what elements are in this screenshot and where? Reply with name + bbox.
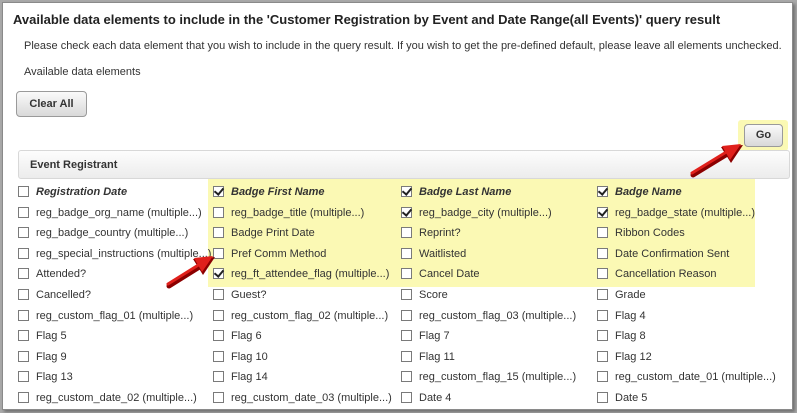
- checkbox[interactable]: [401, 350, 412, 362]
- data-element-label: Grade: [615, 289, 646, 301]
- data-element-label: Flag 6: [231, 330, 262, 343]
- checkbox[interactable]: [401, 309, 412, 321]
- checkbox[interactable]: [597, 309, 608, 321]
- checkbox[interactable]: [213, 206, 224, 218]
- data-element-label: Flag 14: [231, 371, 268, 384]
- checkbox[interactable]: [597, 371, 608, 383]
- checkbox[interactable]: [597, 392, 608, 403]
- checkbox[interactable]: [597, 350, 608, 362]
- data-element-label: Flag 10: [231, 350, 268, 363]
- checkbox[interactable]: [18, 268, 29, 280]
- checkbox[interactable]: [18, 289, 29, 300]
- data-element-label: Badge Last Name: [419, 186, 512, 198]
- go-button[interactable]: Go: [744, 124, 783, 147]
- checkbox[interactable]: [597, 247, 608, 259]
- data-element-label: Flag 7: [419, 330, 450, 343]
- data-element-label: Attended?: [36, 268, 87, 281]
- data-element-label: reg_custom_flag_01 (multiple...): [36, 309, 194, 322]
- data-element-label: Flag 13: [36, 371, 73, 384]
- checkbox[interactable]: [213, 350, 224, 362]
- checkbox[interactable]: [213, 309, 224, 321]
- data-element-label: Badge Name: [615, 186, 682, 198]
- checkbox[interactable]: [597, 227, 608, 239]
- panel-title: Available data elements to include in th…: [13, 12, 721, 27]
- data-element-label: Flag 12: [615, 350, 652, 363]
- instruction-text: Please check each data element that you …: [24, 40, 782, 52]
- data-element-label: reg_badge_city (multiple...): [419, 206, 552, 219]
- checkbox[interactable]: [401, 392, 412, 403]
- data-element-label: Cancellation Reason: [615, 268, 717, 281]
- available-elements-label: Available data elements: [24, 66, 141, 78]
- checkbox[interactable]: [597, 289, 608, 300]
- checkbox[interactable]: [597, 268, 608, 280]
- checkbox[interactable]: [213, 227, 224, 239]
- data-element-label: Reprint?: [419, 227, 461, 240]
- data-element-label: reg_custom_date_01 (multiple...): [615, 371, 776, 384]
- checkbox[interactable]: [18, 206, 29, 218]
- data-element-label: Ribbon Codes: [615, 227, 685, 240]
- checkbox[interactable]: [597, 186, 608, 197]
- data-element-label: Date 5: [615, 392, 648, 404]
- data-element-label: Badge Print Date: [231, 227, 315, 240]
- data-element-label: Date 4: [419, 392, 452, 404]
- query-elements-panel: Available data elements to include in th…: [2, 2, 793, 410]
- checkbox[interactable]: [597, 206, 608, 218]
- data-element-label: reg_ft_attendee_flag (multiple...): [231, 268, 390, 281]
- checkbox[interactable]: [401, 247, 412, 259]
- checkbox[interactable]: [18, 309, 29, 321]
- checkbox[interactable]: [401, 289, 412, 300]
- checkbox[interactable]: [18, 186, 29, 197]
- clear-all-button[interactable]: Clear All: [16, 91, 87, 117]
- data-element-label: Flag 4: [615, 309, 646, 322]
- data-element-label: reg_custom_flag_03 (multiple...): [419, 309, 577, 322]
- data-element-label: Flag 8: [615, 330, 646, 343]
- data-element-label: reg_badge_country (multiple...): [36, 227, 189, 240]
- data-element-label: Flag 11: [419, 350, 455, 363]
- arrow-icon: [166, 256, 215, 289]
- checkbox[interactable]: [18, 247, 29, 259]
- data-element-label: Date Confirmation Sent: [615, 247, 730, 260]
- data-element-label: reg_custom_flag_02 (multiple...): [231, 309, 389, 322]
- data-element-label: Cancel Date: [419, 268, 480, 281]
- checkbox[interactable]: [18, 392, 29, 403]
- data-element-label: reg_custom_date_02 (multiple...): [36, 392, 197, 404]
- checkbox[interactable]: [18, 350, 29, 362]
- checkbox[interactable]: [597, 330, 608, 342]
- arrow-icon: [690, 144, 743, 178]
- checkbox[interactable]: [213, 371, 224, 383]
- data-element-label: Pref Comm Method: [231, 247, 327, 260]
- data-element-label: reg_badge_state (multiple...): [615, 206, 756, 219]
- checkbox[interactable]: [213, 330, 224, 342]
- data-element-label: Guest?: [231, 289, 267, 301]
- data-element-label: Waitlisted: [419, 247, 467, 260]
- data-element-label: Flag 5: [36, 330, 67, 343]
- checkbox[interactable]: [401, 268, 412, 280]
- data-element-label: Score: [419, 289, 448, 301]
- checkbox[interactable]: [401, 227, 412, 239]
- data-element-label: reg_custom_flag_15 (multiple...): [419, 371, 577, 384]
- checkbox[interactable]: [401, 206, 412, 218]
- data-element-label: Flag 9: [36, 350, 67, 363]
- data-element-label: reg_badge_title (multiple...): [231, 206, 365, 219]
- section-header: Event Registrant: [18, 150, 790, 179]
- checkbox[interactable]: [213, 392, 224, 403]
- data-element-label: Cancelled?: [36, 289, 92, 301]
- checkbox[interactable]: [401, 330, 412, 342]
- checkbox[interactable]: [401, 371, 412, 383]
- section-title: Event Registrant: [30, 159, 118, 171]
- checkbox[interactable]: [401, 186, 412, 197]
- checkbox[interactable]: [213, 186, 224, 197]
- data-element-label: Badge First Name: [231, 186, 325, 198]
- checkbox[interactable]: [18, 371, 29, 383]
- data-element-label: reg_custom_date_03 (multiple...): [231, 392, 392, 404]
- data-element-label: reg_badge_org_name (multiple...): [36, 206, 202, 219]
- data-element-label: Registration Date: [36, 186, 128, 198]
- checkbox[interactable]: [18, 227, 29, 239]
- checkbox[interactable]: [18, 330, 29, 342]
